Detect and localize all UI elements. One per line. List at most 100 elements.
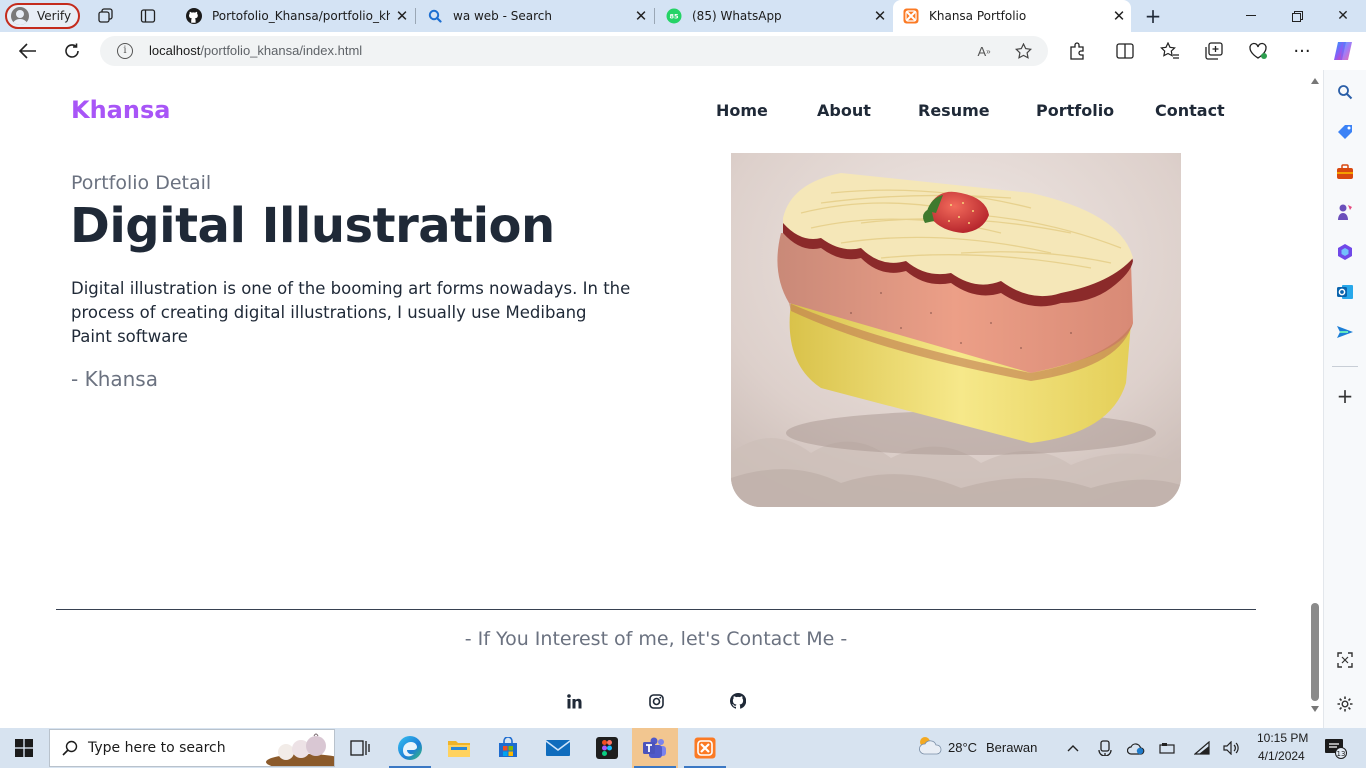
linkedin-icon[interactable] [565, 692, 583, 710]
scroll-up-icon[interactable] [1311, 78, 1319, 84]
favorite-star-icon[interactable] [1013, 41, 1033, 61]
weather-temp: 28°C [948, 740, 978, 755]
scroll-thumb[interactable] [1311, 603, 1319, 701]
search-icon [427, 8, 443, 24]
search-placeholder: Type here to search [88, 740, 226, 756]
svg-text:13: 13 [1337, 750, 1346, 758]
tab-search[interactable]: wa web - Search ✕ [417, 0, 653, 32]
edge-app-icon[interactable] [387, 728, 433, 768]
extensions-icon[interactable] [1065, 39, 1089, 63]
task-view-icon[interactable] [337, 728, 383, 768]
collections-icon[interactable] [1202, 39, 1226, 63]
tab-khansa-portfolio[interactable]: Khansa Portfolio ✕ [893, 0, 1131, 32]
new-tab-icon[interactable]: + [1143, 4, 1163, 28]
nav-about[interactable]: About [817, 101, 871, 120]
address-bar[interactable]: i localhost/portfolio_khansa/index.html … [100, 36, 1048, 66]
favorites-icon[interactable] [1158, 39, 1182, 63]
split-screen-icon[interactable] [1113, 39, 1137, 63]
copilot-icon[interactable] [1331, 39, 1355, 63]
taskbar-search-box[interactable]: Type here to search [49, 729, 335, 767]
page-scrollbar[interactable] [1308, 70, 1322, 728]
avatar [11, 7, 29, 25]
volume-icon[interactable] [1223, 739, 1241, 757]
site-info-icon[interactable]: i [117, 43, 133, 59]
clock-time[interactable]: 10:15 PM [1257, 731, 1308, 745]
minimize-icon[interactable] [1228, 0, 1274, 32]
windows-taskbar: Type here to search 28°C Berawan 10:15 P… [0, 728, 1366, 768]
add-icon[interactable]: + [1335, 384, 1355, 408]
xampp-icon [903, 8, 919, 24]
games-icon[interactable] [1335, 202, 1355, 222]
portfolio-description: Digital illustration is one of the boomi… [71, 279, 631, 346]
wifi-icon[interactable] [1193, 739, 1211, 757]
browser-essentials-icon[interactable] [1246, 39, 1270, 63]
screenshot-icon[interactable] [1335, 650, 1355, 670]
tab-title: (85) WhatsApp [692, 9, 782, 23]
outlook-icon[interactable] [1335, 282, 1355, 302]
close-icon[interactable]: ✕ [390, 7, 414, 25]
tab-github[interactable]: Portofolio_Khansa/portfolio_khansa ✕ [176, 0, 414, 32]
mail-icon[interactable] [535, 728, 581, 768]
browser-toolbar: i localhost/portfolio_khansa/index.html … [0, 32, 1366, 70]
shopping-tag-icon[interactable] [1335, 122, 1355, 142]
nav-resume[interactable]: Resume [918, 101, 990, 120]
close-icon[interactable]: ✕ [629, 7, 653, 25]
more-options-icon[interactable]: ··· [1290, 39, 1314, 63]
svg-text:85: 85 [669, 13, 679, 21]
search-icon[interactable] [1335, 82, 1355, 102]
read-aloud-icon[interactable]: A» [974, 41, 994, 61]
device-icon[interactable] [1159, 739, 1177, 757]
url-text: localhost/portfolio_khansa/index.html [149, 43, 363, 58]
tools-icon[interactable] [1335, 162, 1355, 182]
settings-gear-icon[interactable] [1335, 694, 1355, 714]
chevron-up-icon[interactable] [1064, 739, 1082, 757]
meet-now-icon[interactable] [1096, 739, 1114, 757]
portfolio-eyebrow: Portfolio Detail [71, 172, 212, 194]
notification-icon[interactable]: 13 [1324, 739, 1348, 759]
author-signature: - Khansa [71, 367, 158, 391]
close-icon[interactable]: ✕ [1107, 7, 1131, 25]
nav-home[interactable]: Home [716, 101, 768, 120]
whatsapp-icon: 85 [666, 8, 682, 24]
scroll-down-icon[interactable] [1311, 706, 1319, 712]
clock-date[interactable]: 4/1/2024 [1258, 749, 1305, 763]
github-icon[interactable] [729, 692, 747, 710]
cloud-sync-icon[interactable] [1127, 739, 1145, 757]
restore-icon[interactable] [1274, 0, 1320, 32]
search-highlight-image [266, 733, 334, 766]
site-logo[interactable]: Khansa [71, 96, 170, 124]
windows-start-icon[interactable] [0, 728, 48, 768]
xampp-app-icon[interactable] [682, 728, 728, 768]
tab-actions-icon[interactable] [138, 6, 158, 26]
close-window-icon[interactable]: ✕ [1320, 0, 1366, 32]
microsoft-store-icon[interactable] [485, 728, 531, 768]
file-explorer-icon[interactable] [436, 728, 482, 768]
tab-title: wa web - Search [453, 9, 552, 23]
send-icon[interactable] [1335, 322, 1355, 342]
github-icon [186, 8, 202, 24]
teams-icon[interactable] [632, 728, 678, 768]
figma-icon[interactable] [584, 728, 630, 768]
nav-portfolio[interactable]: Portfolio [1036, 101, 1114, 120]
portfolio-artwork [731, 153, 1181, 507]
microsoft-365-icon[interactable] [1335, 242, 1355, 262]
search-icon [62, 740, 78, 756]
tab-title: Khansa Portfolio [929, 9, 1027, 23]
weather-cloud-sun-icon[interactable] [916, 736, 942, 755]
edge-sidebar: + [1323, 70, 1366, 728]
browser-tab-strip: Verify Portofolio_Khansa/portfolio_khans… [0, 0, 1366, 32]
page-title: Digital Illustration [70, 198, 555, 254]
profile-label: Verify [37, 9, 72, 23]
page-viewport: Khansa Home About Resume Portfolio Conta… [4, 70, 1308, 728]
back-icon[interactable] [16, 39, 40, 63]
profile-button[interactable]: Verify [5, 3, 80, 29]
instagram-icon[interactable] [647, 692, 665, 710]
close-icon[interactable]: ✕ [868, 7, 892, 25]
weather-text: Berawan [986, 740, 1038, 755]
workspaces-icon[interactable] [96, 6, 116, 26]
nav-contact[interactable]: Contact [1155, 101, 1225, 120]
tab-title: Portofolio_Khansa/portfolio_khansa [212, 9, 390, 23]
refresh-icon[interactable] [60, 39, 84, 63]
tab-whatsapp[interactable]: 85 (85) WhatsApp ✕ [656, 0, 892, 32]
contact-tagline: - If You Interest of me, let's Contact M… [464, 628, 848, 650]
